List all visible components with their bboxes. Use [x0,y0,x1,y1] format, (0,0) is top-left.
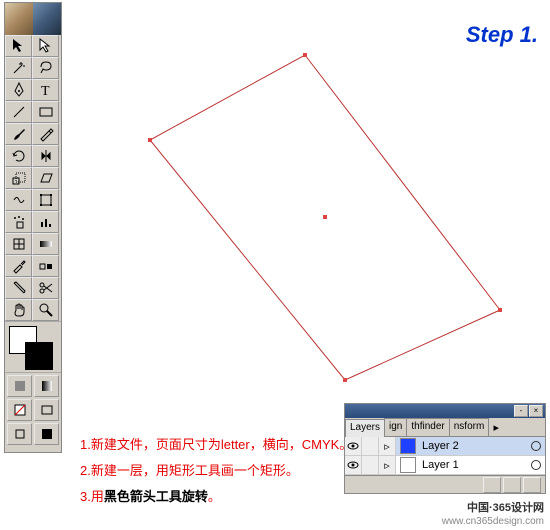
target-icon[interactable] [531,460,541,470]
toolbox-bottom-controls [5,372,61,452]
direct-selection-tool[interactable] [32,35,59,57]
layer-name: Layer 2 [420,440,531,452]
selection-tool[interactable] [5,35,32,57]
target-icon[interactable] [531,441,541,451]
instructions: 1.新建文件，页面尺寸为letter，横向，CMYK。 2.新建一层，用矩形工具… [80,432,352,510]
instruction-1: 1.新建文件，页面尺寸为letter，横向，CMYK。 [80,432,352,458]
reflect-tool[interactable] [32,145,59,167]
slice-tool[interactable] [5,277,32,299]
color-swatch-area [5,321,61,372]
layer-row[interactable]: ▹ Layer 2 [345,437,545,456]
credit-url: www.cn365design.com [442,515,544,528]
scissors-tool[interactable] [32,277,59,299]
expand-toggle[interactable]: ▹ [379,437,396,455]
header-art-right [33,3,61,35]
scale-tool[interactable] [5,167,32,189]
panel-titlebar: - × [345,404,545,418]
layer-row[interactable]: ▹ Layer 1 [345,456,545,475]
tab-transform[interactable]: nsform [449,418,490,436]
visibility-toggle[interactable] [345,437,362,455]
tab-align[interactable]: ign [384,418,407,436]
rotated-rectangle[interactable] [100,30,520,410]
anchor-point[interactable] [303,53,307,57]
line-tool[interactable] [5,101,32,123]
magic-wand-tool[interactable] [5,57,32,79]
symbol-sprayer-tool[interactable] [5,211,32,233]
new-layer-button[interactable] [503,477,521,493]
anchor-point[interactable] [148,138,152,142]
view-mode-1[interactable] [7,423,32,445]
instruction-3: 3.用黑色箭头工具旋转。 [80,484,352,510]
stroke-swatch[interactable] [25,342,53,370]
brush-tool[interactable] [5,123,32,145]
warp-tool[interactable] [5,189,32,211]
view-mode-2[interactable] [34,423,59,445]
center-point[interactable] [323,215,327,219]
canvas-area: Step 1. [70,0,550,430]
tool-grid: T [5,35,61,321]
minimize-button[interactable]: - [514,405,528,417]
pencil-tool[interactable] [32,123,59,145]
free-transform-tool[interactable] [32,189,59,211]
panel-tabs: Layers ign thfinder nsform ▸ [345,418,545,437]
expand-toggle[interactable]: ▹ [379,456,396,474]
hand-tool[interactable] [5,299,32,321]
credit-site: 中国·365设计网 [442,501,544,515]
toolbox-header [5,3,61,35]
type-tool[interactable]: T [32,79,59,101]
zoom-tool[interactable] [32,299,59,321]
gradient-tool[interactable] [32,233,59,255]
layer-color-swatch [400,438,416,454]
layer-color-swatch [400,457,416,473]
svg-text:T: T [41,84,50,98]
eyedropper-tool[interactable] [5,255,32,277]
pen-tool[interactable] [5,79,32,101]
credit: 中国·365设计网 www.cn365design.com [442,501,544,528]
blend-tool[interactable] [32,255,59,277]
shear-tool[interactable] [32,167,59,189]
visibility-toggle[interactable] [345,456,362,474]
panel-menu-icon[interactable]: ▸ [488,418,503,436]
toolbox-panel: T [4,2,62,453]
tab-layers[interactable]: Layers [345,419,385,437]
none-mode-button[interactable] [7,399,32,421]
layer-name: Layer 1 [420,459,531,471]
lock-toggle[interactable] [362,456,379,474]
lock-toggle[interactable] [362,437,379,455]
rectangle-tool[interactable] [32,101,59,123]
gradient-mode-button[interactable] [34,375,59,397]
screen-mode-button[interactable] [34,399,59,421]
rotate-tool[interactable] [5,145,32,167]
anchor-point[interactable] [343,378,347,382]
color-mode-button[interactable] [7,375,32,397]
graph-tool[interactable] [32,211,59,233]
delete-layer-button[interactable] [523,477,541,493]
close-button[interactable]: × [529,405,543,417]
panel-footer [345,475,545,493]
anchor-point[interactable] [498,308,502,312]
mesh-tool[interactable] [5,233,32,255]
new-sublayer-button[interactable] [483,477,501,493]
tab-pathfinder[interactable]: thfinder [406,418,449,436]
instruction-2: 2.新建一层，用矩形工具画一个矩形。 [80,458,352,484]
header-art-left [5,3,33,35]
layers-panel: - × Layers ign thfinder nsform ▸ ▹ Layer… [344,403,546,494]
lasso-tool[interactable] [32,57,59,79]
layers-list: ▹ Layer 2 ▹ Layer 1 [345,437,545,475]
